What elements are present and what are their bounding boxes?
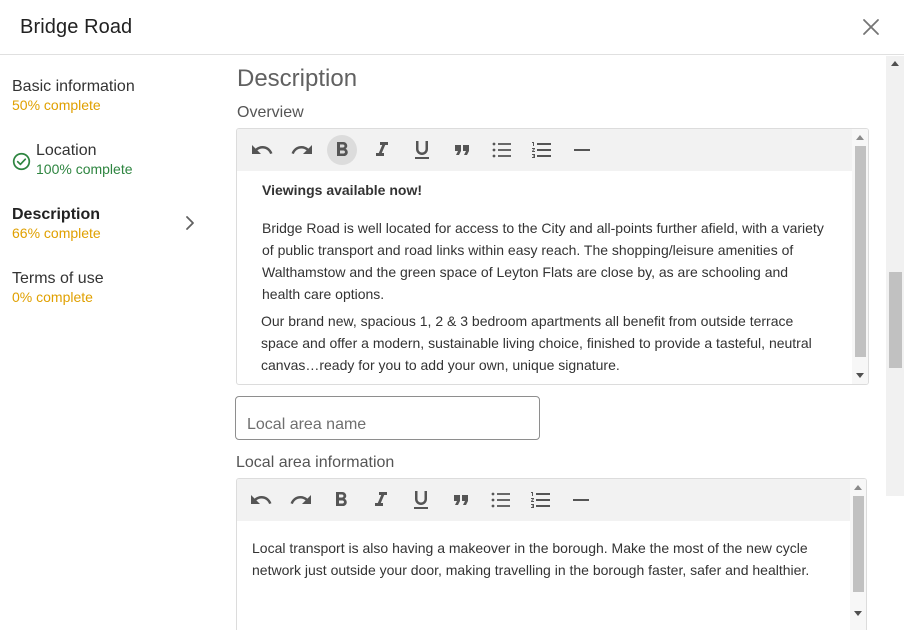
sidebar-nav: Basic information 50% complete Location … (0, 56, 215, 630)
quote-button[interactable] (447, 135, 477, 165)
overview-toolbar (237, 129, 868, 171)
scroll-up-arrow-icon[interactable] (856, 135, 864, 140)
overview-paragraph: Our brand new, spacious 1, 2 & 3 bedroom… (261, 313, 812, 373)
undo-button[interactable] (246, 485, 276, 515)
sidebar-item-description[interactable]: Description 66% complete (12, 205, 207, 249)
local-area-scrollbar[interactable] (850, 479, 866, 630)
overview-paragraph: Bridge Road is well located for access t… (262, 220, 824, 302)
quote-button[interactable] (446, 485, 476, 515)
bold-button[interactable] (327, 135, 357, 165)
bulleted-list-icon (492, 142, 511, 158)
dialog-title: Bridge Road (20, 16, 133, 38)
italic-icon (375, 492, 387, 506)
local-area-paragraph: Local transport is also having a makeove… (252, 540, 810, 578)
local-area-content[interactable]: Local transport is also having a makeove… (237, 521, 850, 630)
numbered-list-button[interactable] (526, 485, 556, 515)
chevron-right-icon (186, 216, 194, 230)
dialog-header: Bridge Road (0, 0, 904, 55)
main-content: Description Overview Viewings available … (215, 56, 886, 630)
sidebar-item-status: 50% complete (12, 97, 101, 113)
numbered-list-icon (532, 142, 551, 158)
undo-icon (251, 495, 272, 504)
local-area-information-label: Local area information (236, 454, 395, 471)
local-area-name-input[interactable] (235, 396, 540, 440)
overview-paragraph: Viewings available now! (262, 182, 423, 198)
redo-button[interactable] (286, 485, 316, 515)
close-icon (863, 19, 879, 35)
horizontal-rule-button[interactable] (566, 485, 596, 515)
horizontal-rule-icon (573, 499, 589, 501)
bold-icon (337, 142, 348, 156)
overview-editor[interactable]: Viewings available now! Bridge Road is w… (236, 128, 869, 385)
scroll-down-arrow-icon[interactable] (856, 373, 864, 378)
undo-button[interactable] (247, 135, 277, 165)
overview-scrollbar[interactable] (852, 129, 868, 384)
redo-icon (291, 145, 312, 154)
sidebar-item-label: Location (36, 142, 97, 159)
sidebar-item-label: Basic information (12, 78, 135, 95)
page-scrollbar[interactable] (886, 56, 904, 496)
sidebar-item-terms-of-use[interactable]: Terms of use 0% complete (12, 269, 207, 313)
local-area-information-editor[interactable]: Local transport is also having a makeove… (236, 478, 867, 630)
bulleted-list-icon (491, 492, 510, 508)
horizontal-rule-button[interactable] (567, 135, 597, 165)
bold-icon (336, 492, 347, 506)
scroll-up-arrow-icon[interactable] (854, 485, 862, 490)
numbered-list-button[interactable] (527, 135, 557, 165)
section-title: Description (237, 65, 358, 92)
undo-icon (252, 145, 273, 154)
sidebar-item-status: 66% complete (12, 225, 101, 241)
underline-icon (415, 141, 429, 159)
underline-button[interactable] (407, 135, 437, 165)
underline-button[interactable] (406, 485, 436, 515)
quote-icon (455, 145, 469, 155)
horizontal-rule-icon (574, 149, 590, 151)
italic-button[interactable] (367, 135, 397, 165)
scroll-down-arrow-icon[interactable] (854, 611, 862, 616)
check-circle-icon (12, 152, 31, 171)
close-button[interactable] (858, 14, 884, 40)
sidebar-item-status: 0% complete (12, 289, 93, 305)
bulleted-list-button[interactable] (486, 485, 516, 515)
bulleted-list-button[interactable] (487, 135, 517, 165)
bold-button[interactable] (326, 485, 356, 515)
sidebar-item-location[interactable]: Location 100% complete (12, 141, 207, 185)
italic-button[interactable] (366, 485, 396, 515)
numbered-list-icon (531, 492, 550, 508)
quote-icon (454, 495, 468, 505)
scrollbar-thumb[interactable] (855, 146, 866, 357)
sidebar-item-label: Terms of use (12, 270, 104, 287)
overview-label: Overview (237, 104, 304, 121)
italic-icon (376, 142, 388, 156)
sidebar-item-label: Description (12, 206, 101, 223)
underline-icon (414, 491, 428, 509)
redo-icon (290, 495, 311, 504)
page-scrollbar-thumb[interactable] (889, 272, 902, 368)
sidebar-item-status: 100% complete (36, 161, 133, 177)
overview-content[interactable]: Viewings available now! Bridge Road is w… (237, 171, 852, 384)
scrollbar-thumb[interactable] (853, 496, 864, 592)
redo-button[interactable] (287, 135, 317, 165)
scroll-up-arrow-icon[interactable] (891, 61, 899, 66)
local-area-toolbar (237, 479, 866, 521)
sidebar-item-basic-information[interactable]: Basic information 50% complete (12, 77, 207, 121)
